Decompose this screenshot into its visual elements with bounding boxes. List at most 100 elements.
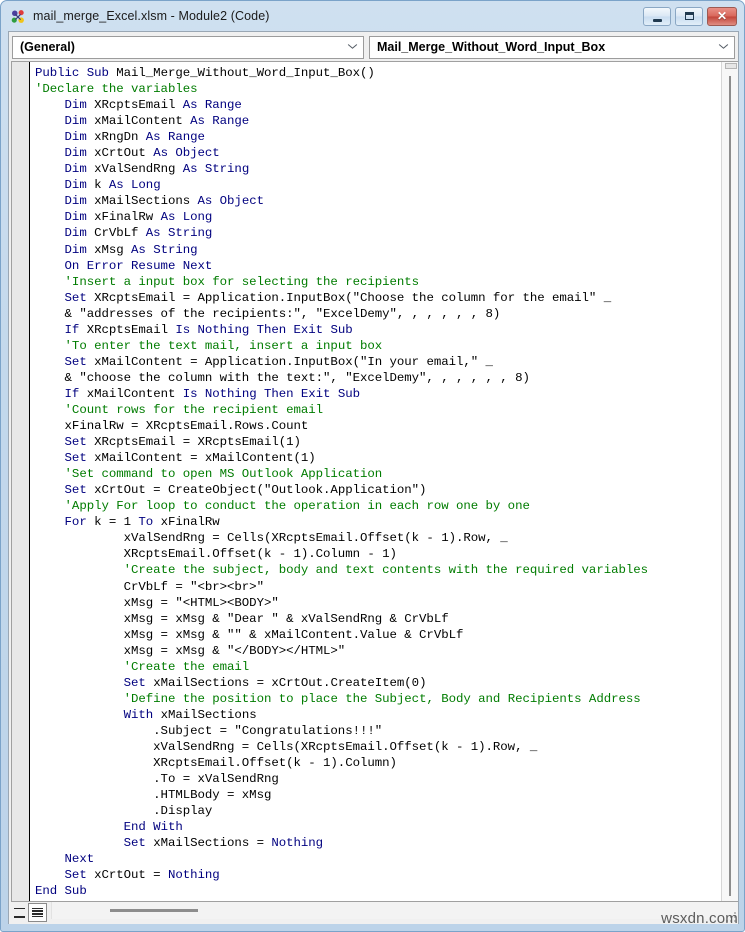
code-line: .Display [35,803,738,819]
code-token-kw: Dim [64,242,95,257]
code-token-kw: As Range [182,98,242,113]
minimize-button[interactable] [643,6,671,26]
code-token-cmt: 'Set command to open MS Outlook Applicat… [64,467,383,482]
code-token-txt: xMsg = "<HTML><BODY>" [35,595,279,610]
code-token-txt: xMsg = xMsg & "" & xMailContent.Value & … [35,627,464,642]
code-line: XRcptsEmail.Offset(k - 1).Column - 1) [35,546,738,562]
watermark-strip: wsxdn.com [1,905,745,931]
object-dropdown[interactable]: (General) [12,35,364,59]
code-token-txt: .To = xValSendRng [35,772,279,787]
watermark-text: wsxdn.com [661,909,738,927]
code-line: 'Define the position to place the Subjec… [35,691,738,707]
chevron-down-icon[interactable] [344,38,361,57]
code-token-txt: k = 1 [94,515,139,530]
code-token-kw: Set [64,868,95,883]
code-token-txt: xValSendRng = Cells(XRcptsEmail.Offset(k… [35,739,538,754]
code-token-kw: As Range [190,114,250,129]
minimize-icon [652,18,662,22]
code-token-cmt: 'Declare the variables [35,82,198,97]
code-token-txt: xCrtOut = CreateObject("Outlook.Applicat… [94,483,427,498]
code-line: Next [35,851,738,867]
code-token-kw: Set [64,451,95,466]
code-token-txt: xCrtOut [94,146,154,161]
code-token-kw: As String [145,226,213,241]
code-line: .HTMLBody = xMsg [35,787,738,803]
code-token-kw: Is Nothing Then Exit Sub [182,386,360,401]
vertical-scrollbar[interactable] [721,62,738,901]
code-token-txt: xMailSections = [153,836,272,851]
chevron-down-icon[interactable] [715,38,732,57]
code-line: Dim CrVbLf As String [35,225,738,241]
code-line: 'Declare the variables [35,81,738,97]
code-line: xValSendRng = Cells(XRcptsEmail.Offset(k… [35,739,738,755]
close-button[interactable]: ✕ [707,6,737,26]
code-line: Dim xMailSections As Object [35,193,738,209]
code-token-kw: As Object [197,194,265,209]
code-token-kw: If [64,322,87,337]
code-line: Dim xRngDn As Range [35,129,738,145]
code-line: Dim xValSendRng As String [35,161,738,177]
code-line: Set xCrtOut = Nothing [35,867,738,883]
code-token-txt: xMsg = xMsg & "</BODY></HTML>" [35,643,346,658]
maximize-button[interactable] [675,6,703,26]
code-token-txt: xValSendRng [94,162,183,177]
code-token-cmt: 'Apply For loop to conduct the operation… [64,499,530,514]
code-line: Dim xFinalRw As Long [35,209,738,225]
code-token-kw: Dim [64,210,95,225]
code-token-kw: As String [182,162,250,177]
code-line: Set XRcptsEmail = Application.InputBox("… [35,290,738,306]
code-token-kw: Dim [64,114,95,129]
margin-indicator-bar[interactable] [12,62,30,901]
code-token-kw: Dim [64,162,95,177]
code-token-txt: xMailSections [160,707,257,722]
code-token-kw: Dim [64,98,95,113]
editor-client-area: (General) Mail_Merge_Without_Word_Input_… [8,31,739,924]
code-token-txt: xMailSections = xCrtOut.CreateItem(0) [153,675,427,690]
code-token-kw: On Error Resume Next [64,258,213,273]
vba-editor-window: mail_merge_Excel.xlsm - Module2 (Code) ✕… [0,0,745,932]
code-line: 'To enter the text mail, insert a input … [35,338,738,354]
code-line: Set xMailSections = Nothing [35,835,738,851]
code-line: For k = 1 To xFinalRw [35,514,738,530]
procedure-dropdown[interactable]: Mail_Merge_Without_Word_Input_Box [369,35,735,59]
code-token-kw: Set [64,354,95,369]
code-line: Set xCrtOut = CreateObject("Outlook.Appl… [35,482,738,498]
code-token-txt: XRcptsEmail [94,98,183,113]
code-editor-text[interactable]: Public Sub Mail_Merge_Without_Word_Input… [30,62,738,901]
code-line: Dim k As Long [35,177,738,193]
code-token-txt: xMsg [94,242,132,257]
procedure-dropdown-value: Mail_Merge_Without_Word_Input_Box [377,40,606,54]
code-token-kw: End Sub [35,884,87,899]
code-line: Set xMailContent = Application.InputBox(… [35,354,738,370]
code-token-cmt: 'Insert a input box for selecting the re… [64,274,420,289]
code-token-kw: Set [123,836,154,851]
code-line: If xMailContent Is Nothing Then Exit Sub [35,386,738,402]
code-token-txt: XRcptsEmail [86,322,176,337]
code-token-txt: xCrtOut = [94,868,168,883]
code-pane[interactable]: Public Sub Mail_Merge_Without_Word_Input… [11,61,738,902]
code-line: .To = xValSendRng [35,771,738,787]
code-line: Set xMailSections = xCrtOut.CreateItem(0… [35,675,738,691]
code-token-txt: & "addresses of the recipients:", "Excel… [35,306,501,321]
code-line: 'Insert a input box for selecting the re… [35,274,738,290]
vertical-scrollbar-thumb[interactable] [729,76,731,896]
code-token-kw: Dim [64,178,95,193]
code-line: 'Create the email [35,659,738,675]
code-line: xMsg = "<HTML><BODY>" [35,595,738,611]
scroll-up-button[interactable] [725,63,737,69]
